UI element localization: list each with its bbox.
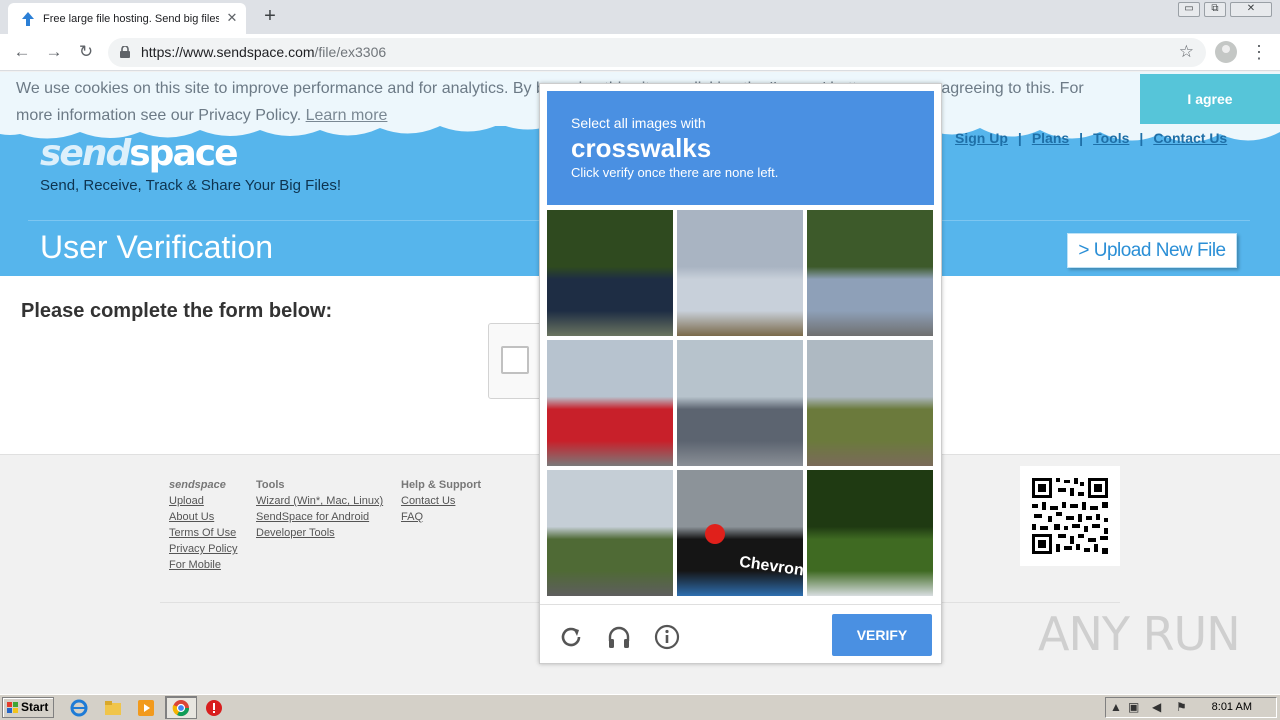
tile-rural-road[interactable] <box>547 470 673 596</box>
footer-link-terms[interactable]: Terms Of Use <box>169 525 237 541</box>
url-path: /file/ex3306 <box>314 44 387 60</box>
sendspace-favicon-icon <box>22 12 34 26</box>
footer-link-contact[interactable]: Contact Us <box>401 493 481 509</box>
verify-button[interactable]: VERIFY <box>832 614 932 656</box>
restore-button[interactable]: ⧉ <box>1204 2 1226 17</box>
footer-col-heading: Tools <box>256 479 285 491</box>
footer-col-heading: sendspace <box>169 479 226 491</box>
tile-bus-street[interactable] <box>807 210 933 336</box>
challenge-target: crosswalks <box>571 133 712 163</box>
tray-expand-icon[interactable]: ▲ <box>1110 700 1122 714</box>
footer-col-sendspace: sendspace Upload About Us Terms Of Use P… <box>169 477 237 573</box>
nav-tools[interactable]: Tools <box>1093 130 1129 146</box>
footer-link-android[interactable]: SendSpace for Android <box>256 509 383 525</box>
browser-menu-icon[interactable]: ⋮ <box>1250 40 1268 64</box>
footer-link-faq[interactable]: FAQ <box>401 509 481 525</box>
minimize-button[interactable]: ▭ <box>1178 2 1200 17</box>
volume-icon[interactable]: ◀ <box>1152 700 1161 714</box>
browser-tab[interactable]: Free large file hosting. Send big files … <box>8 3 246 34</box>
media-player-icon[interactable] <box>137 699 155 717</box>
tab-title: Free large file hosting. Send big files <box>43 13 219 25</box>
footer-col-heading: Help & Support <box>401 479 482 491</box>
anyrun-watermark: ANY RUN <box>1038 607 1241 661</box>
system-tray: ▲ ▣ ◀ ⚑ 8:01 AM <box>1105 697 1277 718</box>
bookmark-star-icon[interactable]: ☆ <box>1179 42 1194 62</box>
audio-challenge-icon[interactable] <box>606 624 632 650</box>
profile-avatar-icon[interactable] <box>1215 41 1237 63</box>
network-icon[interactable]: ▣ <box>1128 700 1139 714</box>
challenge-footer: VERIFY <box>540 604 941 664</box>
address-bar[interactable]: https://www.sendspace.com/file/ex3306 ☆ <box>108 38 1206 67</box>
tile-field-road[interactable] <box>807 340 933 466</box>
tile-sign-text: Chevron <box>738 553 803 580</box>
nav-separator: | <box>1017 130 1022 146</box>
back-arrow-icon[interactable]: ← <box>10 41 34 65</box>
logo-space-part: space <box>129 133 238 174</box>
start-button[interactable]: Start <box>2 697 54 718</box>
footer-link-upload[interactable]: Upload <box>169 493 237 509</box>
chrome-icon <box>172 700 190 717</box>
recaptcha-challenge-popup: Select all images with crosswalks Click … <box>539 83 942 664</box>
footer-link-privacy[interactable]: Privacy Policy <box>169 541 237 557</box>
reload-challenge-icon[interactable] <box>558 624 584 650</box>
challenge-prompt: Select all images with <box>571 115 706 131</box>
challenge-instructions: Select all images with crosswalks Click … <box>547 91 934 205</box>
logo-send-part: send <box>40 133 131 174</box>
chrome-taskbar-button[interactable] <box>165 696 197 719</box>
action-center-flag-icon[interactable]: ⚑ <box>1176 700 1187 714</box>
challenge-hint: Click verify once there are none left. <box>571 165 779 180</box>
footer-col-tools: Tools Wizard (Win*, Mac, Linux) SendSpac… <box>256 477 383 541</box>
qr-code <box>1020 466 1120 566</box>
i-agree-button[interactable]: I agree <box>1140 74 1280 124</box>
sendspace-logo[interactable]: sendspace <box>40 133 239 174</box>
nav-plans[interactable]: Plans <box>1032 130 1069 146</box>
learn-more-link[interactable]: Learn more <box>306 107 388 124</box>
upload-new-file-button[interactable]: > Upload New File <box>1067 233 1237 268</box>
url-host: https://www.sendspace.com <box>141 44 315 60</box>
footer-link-wizard[interactable]: Wizard (Win*, Mac, Linux) <box>256 493 383 509</box>
tile-traffic-light[interactable]: Chevron <box>677 470 803 596</box>
tile-pickup-truck[interactable] <box>547 210 673 336</box>
windows-logo-icon <box>7 702 18 713</box>
start-label: Start <box>21 700 49 714</box>
form-heading: Please complete the form below: <box>21 300 333 322</box>
header-nav: Sign Up | Plans | Tools | Contact Us <box>955 130 1227 146</box>
tile-power-lines[interactable] <box>677 210 803 336</box>
qr-code-image <box>1032 478 1108 554</box>
window-controls: ▭ ⧉ ✕ <box>1178 2 1272 18</box>
new-tab-button[interactable]: + <box>258 5 282 29</box>
stop-sign-icon[interactable] <box>205 699 223 717</box>
traffic-light-red-icon <box>705 524 725 544</box>
page-title: User Verification <box>40 229 273 265</box>
url-text: https://www.sendspace.com/file/ex3306 <box>141 44 386 61</box>
clock: 8:01 AM <box>1211 701 1252 713</box>
nav-separator: | <box>1079 130 1084 146</box>
internet-explorer-icon[interactable] <box>70 699 88 717</box>
nav-contact-us[interactable]: Contact Us <box>1153 130 1227 146</box>
footer-link-mobile[interactable]: For Mobile <box>169 557 237 573</box>
tab-close-icon[interactable]: ✕ <box>224 10 240 26</box>
tile-foliage-car[interactable] <box>807 470 933 596</box>
lock-icon <box>120 46 130 58</box>
windows-taskbar: Start ▲ ▣ ◀ ⚑ 8:01 AM <box>0 694 1280 720</box>
browser-toolbar: ← → ↻ https://www.sendspace.com/file/ex3… <box>0 34 1280 71</box>
file-explorer-icon[interactable] <box>104 699 122 717</box>
tile-roof[interactable] <box>677 340 803 466</box>
nav-sign-up[interactable]: Sign Up <box>955 130 1008 146</box>
tile-red-truck[interactable] <box>547 340 673 466</box>
footer-link-developer[interactable]: Developer Tools <box>256 525 383 541</box>
challenge-image-grid: Chevron <box>547 210 934 596</box>
nav-separator: | <box>1139 130 1144 146</box>
recaptcha-checkbox[interactable] <box>501 346 529 374</box>
browser-tab-strip: Free large file hosting. Send big files … <box>0 0 1280 34</box>
footer-link-about[interactable]: About Us <box>169 509 237 525</box>
close-window-button[interactable]: ✕ <box>1230 2 1272 17</box>
tagline: Send, Receive, Track & Share Your Big Fi… <box>40 177 341 194</box>
footer-col-help: Help & Support Contact Us FAQ <box>401 477 481 525</box>
reload-icon[interactable]: ↻ <box>74 41 98 65</box>
forward-arrow-icon[interactable]: → <box>42 41 66 65</box>
info-icon[interactable] <box>654 624 680 650</box>
